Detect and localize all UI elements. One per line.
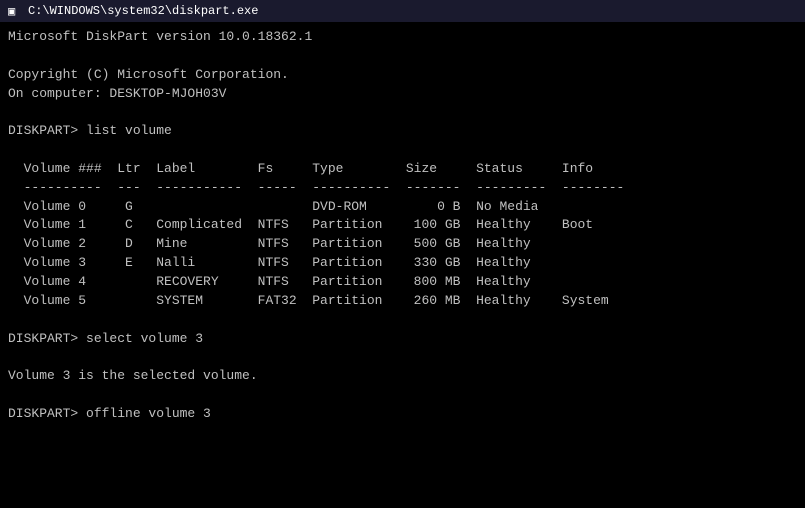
console-line [8, 348, 797, 367]
console-line: On computer: DESKTOP-MJOH03V [8, 85, 797, 104]
console-line: Volume 0 G DVD-ROM 0 B No Media [8, 198, 797, 217]
console-line: Volume 5 SYSTEM FAT32 Partition 260 MB H… [8, 292, 797, 311]
console-line [8, 47, 797, 66]
console-line: Volume 3 is the selected volume. [8, 367, 797, 386]
console-line: Volume 4 RECOVERY NTFS Partition 800 MB … [8, 273, 797, 292]
console-line: Volume 2 D Mine NTFS Partition 500 GB He… [8, 235, 797, 254]
console-line [8, 311, 797, 330]
console-line: Volume 1 C Complicated NTFS Partition 10… [8, 216, 797, 235]
console-line: Microsoft DiskPart version 10.0.18362.1 [8, 28, 797, 47]
title-bar: ▣ C:\WINDOWS\system32\diskpart.exe [0, 0, 805, 22]
title-bar-text: C:\WINDOWS\system32\diskpart.exe [28, 4, 258, 18]
console-line [8, 103, 797, 122]
console-line: Copyright (C) Microsoft Corporation. [8, 66, 797, 85]
console-output: Microsoft DiskPart version 10.0.18362.1 … [0, 22, 805, 508]
console-line: ---------- --- ----------- ----- -------… [8, 179, 797, 198]
console-line: Volume 3 E Nalli NTFS Partition 330 GB H… [8, 254, 797, 273]
console-line [8, 141, 797, 160]
console-line: DISKPART> offline volume 3 [8, 405, 797, 424]
console-line [8, 386, 797, 405]
console-line: DISKPART> list volume [8, 122, 797, 141]
console-line: DISKPART> select volume 3 [8, 330, 797, 349]
console-line: Volume ### Ltr Label Fs Type Size Status… [8, 160, 797, 179]
app-icon: ▣ [8, 4, 22, 18]
